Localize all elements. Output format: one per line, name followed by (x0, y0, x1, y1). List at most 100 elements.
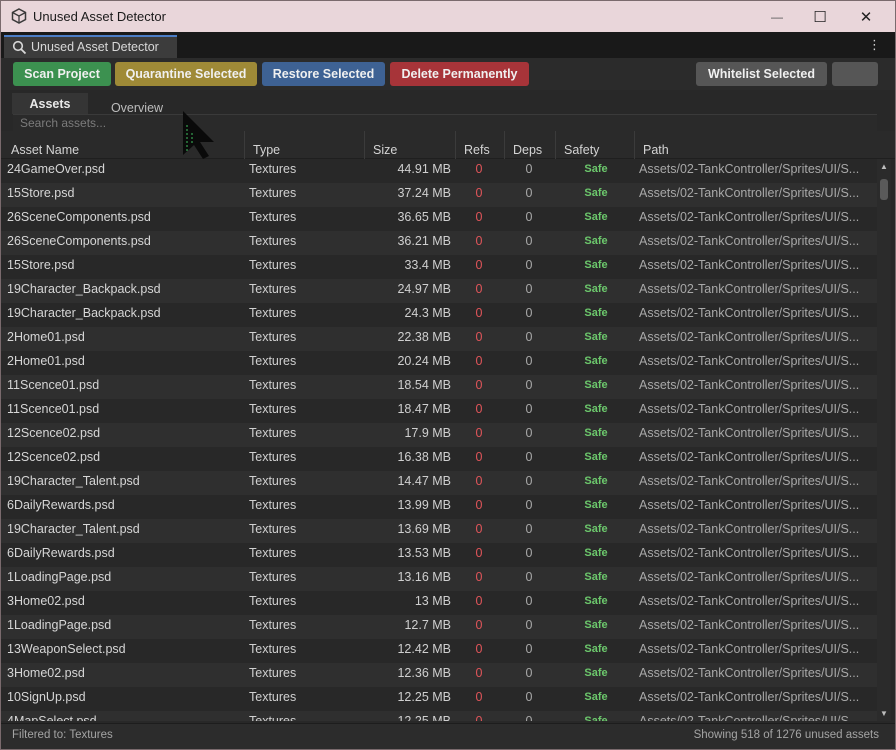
safety-badge: Safe (584, 451, 608, 463)
asset-deps-cell: 0 (525, 618, 533, 632)
editor-tab[interactable]: Unused Asset Detector (4, 35, 177, 58)
asset-deps-cell: 0 (525, 498, 533, 512)
extra-toolbar-button[interactable] (832, 62, 878, 86)
asset-type-cell: Textures (249, 666, 297, 680)
asset-refs-cell: 0 (475, 618, 483, 632)
column-header-safety[interactable]: Safety (558, 131, 635, 159)
table-row[interactable]: 1LoadingPage.psd Textures 13.16 MB 0 0 Safe As… (1, 567, 877, 591)
table-row[interactable]: 15Store.psd Textures 33.4 MB 0 0 Safe Assets/0… (1, 255, 877, 279)
table-header: Asset Name Type Size Refs Deps Safety Pa… (1, 131, 895, 159)
asset-refs-cell: 0 (475, 426, 483, 440)
quarantine-selected-button[interactable]: Quarantine Selected (115, 62, 257, 86)
table-row[interactable]: 6DailyRewards.psd Textures 13.53 MB 0 0 Safe A… (1, 543, 877, 567)
table-row[interactable]: 3Home02.psd Textures 12.36 MB 0 0 Safe Assets/… (1, 663, 877, 687)
delete-permanently-button[interactable]: Delete Permanently (390, 62, 529, 86)
asset-deps-cell: 0 (525, 162, 533, 176)
tab-assets[interactable]: Assets (12, 93, 88, 114)
minimize-button[interactable]: — (754, 1, 800, 32)
scan-project-button[interactable]: Scan Project (13, 62, 111, 86)
asset-refs-cell: 0 (475, 234, 483, 248)
asset-size-cell: 13.16 MB (397, 570, 451, 584)
asset-type-cell: Textures (249, 474, 297, 488)
asset-deps-cell: 0 (525, 402, 533, 416)
safety-badge: Safe (584, 595, 608, 607)
asset-type-cell: Textures (249, 546, 297, 560)
asset-size-cell: 36.21 MB (397, 234, 451, 248)
more-options-icon[interactable]: ⋮ (868, 37, 881, 53)
asset-deps-cell: 0 (525, 594, 533, 608)
table-row[interactable]: 12Scence02.psd Textures 16.38 MB 0 0 Safe Asse… (1, 447, 877, 471)
column-header-size[interactable]: Size (367, 131, 456, 159)
asset-deps-cell: 0 (525, 330, 533, 344)
asset-refs-cell: 0 (475, 594, 483, 608)
asset-refs-cell: 0 (475, 570, 483, 584)
safety-badge: Safe (584, 211, 608, 223)
table-row[interactable]: 19Character_Talent.psd Textures 14.47 MB 0 0… (1, 471, 877, 495)
mouse-cursor-icon (183, 111, 214, 159)
whitelist-selected-button[interactable]: Whitelist Selected (696, 62, 827, 86)
asset-type-cell: Textures (249, 402, 297, 416)
search-input[interactable] (13, 115, 877, 131)
asset-path-cell: Assets/02-TankController/Sprites/UI/S... (639, 714, 860, 721)
table-row[interactable]: 6DailyRewards.psd Textures 13.99 MB 0 0 Safe A… (1, 495, 877, 519)
asset-path-cell: Assets/02-TankController/Sprites/UI/S... (639, 522, 860, 536)
column-header-type[interactable]: Type (247, 131, 365, 159)
safety-badge: Safe (584, 715, 608, 721)
asset-size-cell: 14.47 MB (397, 474, 451, 488)
column-header-deps[interactable]: Deps (507, 131, 556, 159)
asset-refs-cell: 0 (475, 210, 483, 224)
scroll-down-icon[interactable]: ▼ (877, 709, 891, 718)
restore-selected-button[interactable]: Restore Selected (262, 62, 385, 86)
table-row[interactable]: 19Character_Talent.psd Textures 13.69 MB 0 0… (1, 519, 877, 543)
table-row[interactable]: 19Character_Backpack.psd Textures 24.3 MB 0… (1, 303, 877, 327)
table-row[interactable]: 12Scence02.psd Textures 17.9 MB 0 0 Safe Asset… (1, 423, 877, 447)
table-row[interactable]: 2Home01.psd Textures 20.24 MB 0 0 Safe Assets/… (1, 351, 877, 375)
toolbar: Scan Project Quarantine Selected Restore… (1, 58, 895, 90)
asset-name-cell: 4MapSelect.psd (7, 714, 97, 721)
asset-path-cell: Assets/02-TankController/Sprites/UI/S... (639, 402, 860, 416)
safety-badge: Safe (584, 307, 608, 319)
scroll-up-icon[interactable]: ▲ (877, 162, 891, 171)
table-row[interactable]: 24GameOver.psd Textures 44.91 MB 0 0 Safe Asse… (1, 159, 877, 183)
table-row[interactable]: 10SignUp.psd Textures 12.25 MB 0 0 Safe Assets… (1, 687, 877, 711)
table-row[interactable]: 4MapSelect.psd Textures 12.25 MB 0 0 Safe Asse… (1, 711, 877, 721)
table-row[interactable]: 3Home02.psd Textures 13 MB 0 0 Safe Assets/02-… (1, 591, 877, 615)
asset-size-cell: 12.36 MB (397, 666, 451, 680)
window-title: Unused Asset Detector (33, 9, 166, 24)
scrollbar-thumb[interactable] (880, 179, 888, 200)
table-row[interactable]: 13WeaponSelect.psd Textures 12.42 MB 0 0 Safe… (1, 639, 877, 663)
table-row[interactable]: 1LoadingPage.psd Textures 12.7 MB 0 0 Safe Ass… (1, 615, 877, 639)
asset-name-cell: 6DailyRewards.psd (7, 498, 115, 512)
table-row[interactable]: 11Scence01.psd Textures 18.47 MB 0 0 Safe Asse… (1, 399, 877, 423)
view-tabs: Assets Overview (1, 90, 895, 115)
safety-badge: Safe (584, 259, 608, 271)
asset-name-cell: 1LoadingPage.psd (7, 618, 112, 632)
maximize-button[interactable]: ☐ (797, 1, 843, 32)
table-row[interactable]: 19Character_Backpack.psd Textures 24.97 MB… (1, 279, 877, 303)
editor-tab-label: Unused Asset Detector (31, 40, 159, 54)
asset-type-cell: Textures (249, 234, 297, 248)
table-row[interactable]: 26SceneComponents.psd Textures 36.65 MB 0 0 S… (1, 207, 877, 231)
safety-badge: Safe (584, 187, 608, 199)
close-button[interactable]: ✕ (843, 1, 889, 32)
column-header-refs[interactable]: Refs (458, 131, 505, 159)
asset-name-cell: 3Home02.psd (7, 666, 85, 680)
asset-path-cell: Assets/02-TankController/Sprites/UI/S... (639, 570, 860, 584)
table-row[interactable]: 2Home01.psd Textures 22.38 MB 0 0 Safe Assets/… (1, 327, 877, 351)
asset-size-cell: 37.24 MB (397, 186, 451, 200)
vertical-scrollbar[interactable]: ▲ ▼ (877, 159, 891, 721)
asset-type-cell: Textures (249, 714, 297, 721)
asset-path-cell: Assets/02-TankController/Sprites/UI/S... (639, 306, 860, 320)
table-row[interactable]: 11Scence01.psd Textures 18.54 MB 0 0 Safe Asse… (1, 375, 877, 399)
asset-refs-cell: 0 (475, 330, 483, 344)
table-row[interactable]: 26SceneComponents.psd Textures 36.21 MB 0 0 S… (1, 231, 877, 255)
safety-badge: Safe (584, 235, 608, 247)
asset-path-cell: Assets/02-TankController/Sprites/UI/S... (639, 282, 860, 296)
asset-path-cell: Assets/02-TankController/Sprites/UI/S... (639, 642, 860, 656)
asset-name-cell: 12Scence02.psd (7, 450, 101, 464)
table-row[interactable]: 15Store.psd Textures 37.24 MB 0 0 Safe Assets/… (1, 183, 877, 207)
safety-badge: Safe (584, 571, 608, 583)
asset-type-cell: Textures (249, 570, 297, 584)
asset-size-cell: 12.7 MB (404, 618, 451, 632)
column-header-path[interactable]: Path (637, 131, 877, 159)
